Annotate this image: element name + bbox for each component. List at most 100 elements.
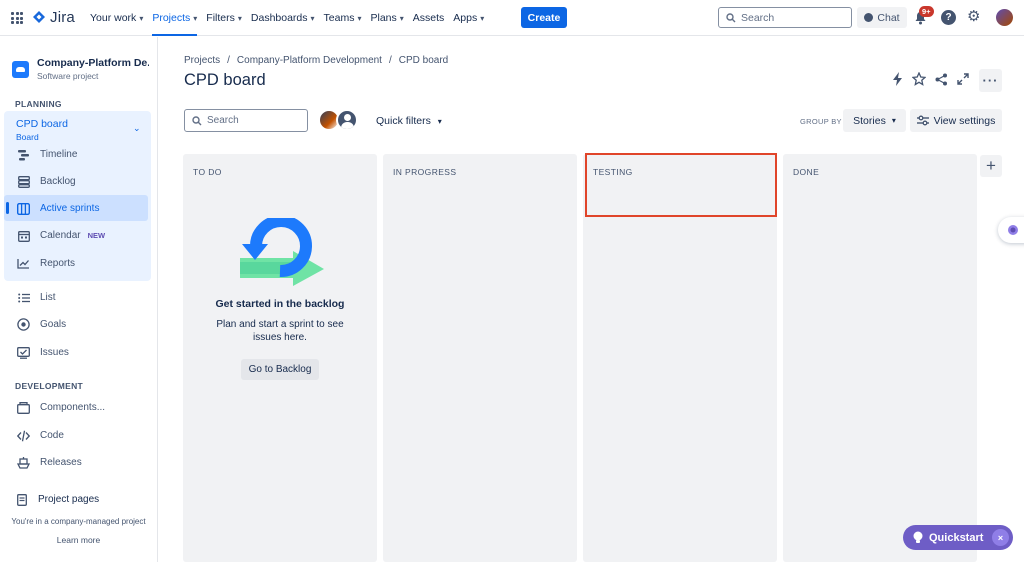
sidebar-item-label: Calendar: [40, 230, 81, 241]
nav-teams[interactable]: Teams ▾: [324, 0, 362, 36]
learn-more-link[interactable]: Learn more: [0, 535, 157, 545]
chevron-down-icon: ▾: [891, 116, 896, 125]
jira-logo[interactable]: Jira: [32, 9, 75, 26]
board-columns-icon: [17, 202, 30, 215]
code-icon: [17, 429, 30, 442]
managed-project-note: You're in a company-managed project: [11, 517, 146, 526]
nav-item-label: Filters: [206, 12, 235, 24]
settings-gear-icon[interactable]: ⚙: [967, 9, 980, 25]
sidebar-item-issues[interactable]: Issues: [17, 346, 69, 359]
testing-column-highlight: [585, 153, 777, 217]
sidebar-item-list[interactable]: List: [17, 291, 56, 304]
close-icon[interactable]: ×: [992, 529, 1009, 546]
go-to-backlog-button[interactable]: Go to Backlog: [241, 359, 319, 380]
sidebar-item-releases[interactable]: Releases: [17, 456, 82, 469]
unassigned-avatar-icon[interactable]: [336, 109, 358, 131]
board-search-input[interactable]: Search: [184, 109, 308, 132]
search-icon: [192, 115, 202, 125]
board-selector[interactable]: CPD board Board: [16, 118, 68, 142]
sidebar-item-project-pages[interactable]: Project pages: [15, 493, 99, 506]
nav-dashboards[interactable]: Dashboards ▾: [251, 0, 315, 36]
nav-items: Your work ▾ Projects ▾ Filters ▾ Dashboards ▾ Te…: [90, 0, 493, 36]
planning-heading: PLANNING: [15, 99, 62, 109]
chevron-down-icon[interactable]: ⌄: [133, 123, 141, 134]
nav-apps[interactable]: Apps ▾: [453, 0, 484, 36]
chevron-down-icon: ▾: [357, 13, 362, 23]
column-todo[interactable]: TO DO: [183, 154, 377, 562]
nav-filters[interactable]: Filters ▾: [206, 0, 242, 36]
project-header[interactable]: Company-Platform De... Software project: [12, 57, 149, 81]
sidebar-item-reports[interactable]: Reports: [17, 257, 75, 270]
breadcrumb: Projects / Company-Platform Development …: [184, 55, 448, 66]
create-button[interactable]: Create: [521, 7, 567, 28]
chevron-down-icon: ▾: [310, 13, 315, 23]
share-icon[interactable]: [935, 73, 948, 86]
sidebar-item-timeline[interactable]: Timeline: [17, 148, 77, 161]
page-title: CPD board: [184, 71, 266, 89]
chevron-down-icon: ▾: [480, 13, 485, 23]
sidebar-item-label: Timeline: [40, 149, 78, 160]
chat-button[interactable]: Chat: [857, 7, 907, 28]
nav-item-label: Your work: [90, 12, 137, 24]
chevron-down-icon: ▾: [237, 13, 242, 23]
chat-icon: [864, 13, 874, 22]
quick-filters-dropdown[interactable]: Quick filters ▾: [376, 115, 442, 127]
sidebar-item-label: Project pages: [38, 494, 100, 505]
group-by-select[interactable]: Stories ▾: [843, 109, 906, 132]
sidebar-item-label: Releases: [40, 457, 82, 468]
global-search-placeholder: Search: [741, 11, 775, 24]
chart-icon: [17, 257, 30, 270]
header-actions: [892, 72, 969, 86]
sidebar-item-label: Reports: [40, 258, 76, 269]
user-avatar[interactable]: [996, 9, 1013, 26]
board-selector-subtitle: Board: [16, 132, 39, 142]
search-icon: [726, 12, 736, 22]
nav-item-label: Plans: [370, 12, 397, 24]
chevron-down-icon: ▾: [399, 13, 404, 23]
sidebar-item-calendar[interactable]: Calendar NEW: [17, 229, 105, 242]
quickstart-button[interactable]: Quickstart ×: [903, 525, 1013, 550]
add-column-plus-icon[interactable]: +: [980, 155, 1002, 177]
global-search-input[interactable]: Search: [718, 7, 852, 28]
sidebar-item-goals[interactable]: Goals: [17, 318, 66, 331]
sidebar-item-active-sprints[interactable]: Active sprints: [17, 202, 99, 215]
breadcrumb-separator: /: [227, 55, 230, 66]
chevron-down-icon: ▾: [193, 13, 198, 23]
help-icon[interactable]: ?: [941, 10, 956, 25]
app-switcher-icon[interactable]: [11, 12, 23, 24]
nav-plans[interactable]: Plans ▾: [370, 0, 403, 36]
ai-assistant-tab[interactable]: [998, 217, 1024, 243]
nav-your-work[interactable]: Your work ▾: [90, 0, 143, 36]
sidebar-item-label: Issues: [40, 347, 69, 358]
project-type: Software project: [37, 71, 99, 81]
target-icon: [17, 318, 30, 331]
lightning-automation-icon[interactable]: [892, 72, 903, 86]
sidebar-item-backlog[interactable]: Backlog: [17, 175, 76, 188]
sidebar-item-label: Code: [40, 430, 64, 441]
more-actions-button[interactable]: ···: [979, 69, 1002, 92]
ship-icon: [17, 456, 30, 469]
nav-projects[interactable]: Projects ▾: [152, 0, 197, 36]
breadcrumb-projects[interactable]: Projects: [184, 55, 220, 66]
timeline-icon: [17, 148, 30, 161]
notifications-badge: 9+: [919, 6, 934, 17]
expand-fullscreen-icon[interactable]: [957, 73, 969, 85]
star-icon[interactable]: [912, 72, 926, 86]
ai-sparkle-icon: [1008, 225, 1018, 235]
view-settings-button[interactable]: View settings: [910, 109, 1002, 132]
column-in-progress[interactable]: IN PROGRESS: [383, 154, 577, 562]
breadcrumb-board[interactable]: CPD board: [399, 55, 448, 66]
column-done[interactable]: DONE: [783, 154, 977, 562]
column-title: DONE: [793, 167, 820, 177]
sidebar-item-label: Active sprints: [40, 203, 100, 214]
nav-assets[interactable]: Assets: [413, 0, 445, 36]
breadcrumb-project[interactable]: Company-Platform Development: [237, 55, 382, 66]
sidebar-item-label: Goals: [40, 319, 67, 330]
view-settings-label: View settings: [933, 114, 996, 127]
top-navigation: Jira Your work ▾ Projects ▾ Filters ▾ Dashboar…: [0, 0, 1024, 36]
quick-filters-label: Quick filters: [376, 115, 431, 127]
sidebar-item-code[interactable]: Code: [17, 429, 64, 442]
sidebar-item-components[interactable]: Components...: [17, 401, 105, 414]
column-title: IN PROGRESS: [393, 167, 457, 177]
page-icon: [15, 493, 28, 506]
